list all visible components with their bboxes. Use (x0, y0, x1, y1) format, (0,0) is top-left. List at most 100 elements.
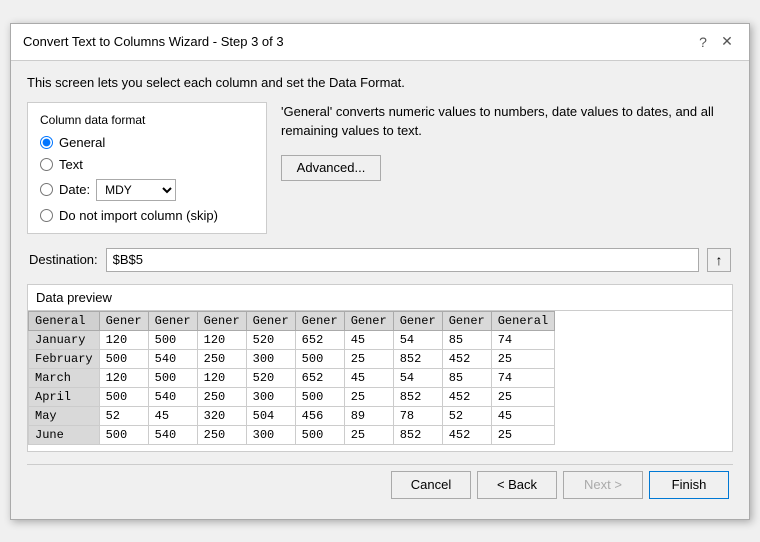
radio-text-label: Text (59, 157, 83, 172)
radio-general[interactable]: General (40, 135, 254, 150)
dialog-description: This screen lets you select each column … (27, 75, 733, 90)
data-preview-section: Data preview GeneralGenerGenerGenerGener… (27, 284, 733, 452)
data-cell: 74 (491, 330, 554, 349)
data-cell: 652 (295, 330, 344, 349)
back-button[interactable]: < Back (477, 471, 557, 499)
data-cell: 78 (393, 406, 442, 425)
data-cell: 25 (491, 349, 554, 368)
data-cell: 85 (442, 330, 491, 349)
data-cell: 25 (344, 425, 393, 444)
row-header-cell: April (29, 387, 100, 406)
table-row: April5005402503005002585245225 (29, 387, 555, 406)
destination-row: Destination: ↑ (27, 248, 733, 272)
data-cell: 852 (393, 349, 442, 368)
preview-header-1: Gener (99, 311, 148, 330)
data-cell: 652 (295, 368, 344, 387)
preview-header-2: Gener (148, 311, 197, 330)
row-header-cell: February (29, 349, 100, 368)
row-header-cell: March (29, 368, 100, 387)
data-cell: 500 (295, 349, 344, 368)
data-cell: 25 (344, 387, 393, 406)
row-header-cell: January (29, 330, 100, 349)
data-cell: 300 (246, 349, 295, 368)
data-cell: 250 (197, 349, 246, 368)
data-cell: 250 (197, 425, 246, 444)
data-cell: 89 (344, 406, 393, 425)
table-row: June5005402503005002585245225 (29, 425, 555, 444)
dialog-title: Convert Text to Columns Wizard - Step 3 … (23, 34, 284, 49)
radio-text[interactable]: Text (40, 157, 254, 172)
data-cell: 45 (491, 406, 554, 425)
help-button[interactable]: ? (693, 32, 713, 52)
radio-general-input[interactable] (40, 136, 53, 149)
data-cell: 52 (99, 406, 148, 425)
dialog: Convert Text to Columns Wizard - Step 3 … (10, 23, 750, 520)
cancel-button[interactable]: Cancel (391, 471, 471, 499)
data-cell: 500 (148, 330, 197, 349)
next-button[interactable]: Next > (563, 471, 643, 499)
radio-skip[interactable]: Do not import column (skip) (40, 208, 254, 223)
main-section: Column data format General Text Date: (27, 102, 733, 234)
date-format-select[interactable]: MDY DMY YMD DYM MYD YDM (96, 179, 176, 201)
data-cell: 452 (442, 349, 491, 368)
destination-input[interactable] (106, 248, 699, 272)
data-cell: 500 (99, 349, 148, 368)
data-cell: 852 (393, 425, 442, 444)
data-cell: 45 (148, 406, 197, 425)
radio-group: General Text Date: MDY DMY YMD DYM (40, 135, 254, 223)
data-cell: 300 (246, 425, 295, 444)
radio-text-input[interactable] (40, 158, 53, 171)
right-panel: 'General' converts numeric values to num… (281, 102, 733, 234)
preview-header-5: Gener (295, 311, 344, 330)
data-cell: 540 (148, 425, 197, 444)
radio-date-input[interactable] (40, 183, 53, 196)
title-bar-right: ? ✕ (693, 32, 737, 52)
data-cell: 74 (491, 368, 554, 387)
table-row: May524532050445689785245 (29, 406, 555, 425)
data-cell: 120 (99, 368, 148, 387)
radio-date[interactable]: Date: MDY DMY YMD DYM MYD YDM (40, 179, 254, 201)
data-cell: 320 (197, 406, 246, 425)
preview-header-7: Gener (393, 311, 442, 330)
close-button[interactable]: ✕ (717, 32, 737, 52)
content: This screen lets you select each column … (11, 61, 749, 519)
data-cell: 25 (344, 349, 393, 368)
data-cell: 500 (295, 387, 344, 406)
data-cell: 54 (393, 330, 442, 349)
data-cell: 52 (442, 406, 491, 425)
radio-skip-input[interactable] (40, 209, 53, 222)
destination-icon[interactable]: ↑ (707, 248, 731, 272)
data-cell: 54 (393, 368, 442, 387)
row-header-cell: May (29, 406, 100, 425)
data-cell: 500 (99, 387, 148, 406)
radio-skip-label: Do not import column (skip) (59, 208, 218, 223)
data-cell: 120 (197, 368, 246, 387)
data-cell: 300 (246, 387, 295, 406)
preview-header-8: Gener (442, 311, 491, 330)
preview-body: January12050012052065245548574February50… (29, 330, 555, 444)
table-row: January12050012052065245548574 (29, 330, 555, 349)
row-header-cell: June (29, 425, 100, 444)
column-data-format-title: Column data format (40, 113, 254, 127)
data-cell: 25 (491, 425, 554, 444)
data-cell: 45 (344, 330, 393, 349)
data-cell: 520 (246, 368, 295, 387)
footer: Cancel < Back Next > Finish (27, 464, 733, 509)
data-preview-title: Data preview (28, 285, 732, 311)
finish-button[interactable]: Finish (649, 471, 729, 499)
data-cell: 250 (197, 387, 246, 406)
preview-header-4: Gener (246, 311, 295, 330)
advanced-button[interactable]: Advanced... (281, 155, 381, 181)
data-cell: 540 (148, 349, 197, 368)
radio-general-label: General (59, 135, 105, 150)
data-cell: 500 (148, 368, 197, 387)
data-cell: 452 (442, 425, 491, 444)
data-cell: 25 (491, 387, 554, 406)
data-cell: 540 (148, 387, 197, 406)
preview-table-wrapper[interactable]: GeneralGenerGenerGenerGenerGenerGenerGen… (28, 311, 732, 451)
table-row: February5005402503005002585245225 (29, 349, 555, 368)
data-cell: 456 (295, 406, 344, 425)
preview-header-row: GeneralGenerGenerGenerGenerGenerGenerGen… (29, 311, 555, 330)
data-cell: 452 (442, 387, 491, 406)
table-row: March12050012052065245548574 (29, 368, 555, 387)
